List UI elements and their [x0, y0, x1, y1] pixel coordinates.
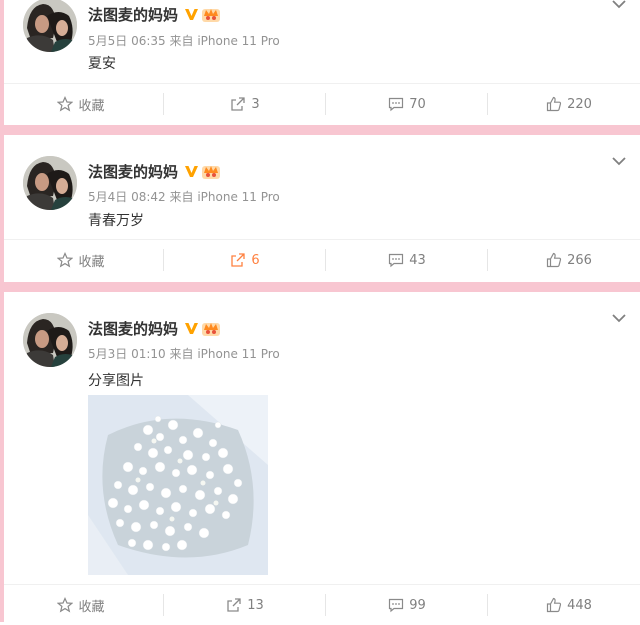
crown-badge-icon — [202, 323, 221, 336]
avatar[interactable] — [23, 0, 77, 52]
post-source: 来自 iPhone 11 Pro — [169, 190, 280, 204]
chevron-down-icon[interactable] — [611, 157, 627, 167]
avatar[interactable] — [23, 156, 77, 210]
favorite-label: 收藏 — [78, 254, 105, 270]
comment-icon — [389, 97, 404, 112]
feed-divider — [0, 125, 640, 135]
star-icon — [57, 252, 74, 268]
post-card: 法图麦的妈妈 5月5日 06:35 来自 iPhone 11 Pro 夏安 收藏… — [0, 0, 640, 125]
repost-icon — [231, 253, 246, 267]
star-icon — [57, 597, 74, 613]
author-name[interactable]: 法图麦的妈妈 — [88, 4, 221, 24]
action-bar: 收藏 3 70 220 — [0, 83, 640, 124]
author-name[interactable]: 法图麦的妈妈 — [88, 161, 221, 181]
action-bar: 收藏 13 99 448 — [0, 584, 640, 625]
like-count: 448 — [567, 597, 592, 613]
post-source: 来自 iPhone 11 Pro — [169, 347, 280, 361]
repost-button[interactable]: 3 — [164, 84, 326, 124]
repost-button[interactable]: 13 — [164, 585, 326, 625]
left-accent-strip — [0, 0, 4, 622]
post-time[interactable]: 5月4日 08:42 — [88, 190, 166, 204]
repost-count: 13 — [247, 597, 264, 613]
post-meta: 5月3日 01:10 来自 iPhone 11 Pro — [88, 345, 280, 362]
post-text: 分享图片 — [88, 373, 144, 389]
post-source: 来自 iPhone 11 Pro — [169, 34, 280, 48]
post-text: 夏安 — [88, 56, 116, 72]
comment-button[interactable]: 43 — [326, 240, 488, 280]
comment-count: 99 — [409, 597, 426, 613]
post-card: 法图麦的妈妈 5月4日 08:42 来自 iPhone 11 Pro 青春万岁 … — [0, 135, 640, 282]
favorite-label: 收藏 — [78, 98, 105, 114]
verified-icon — [185, 322, 199, 334]
action-bar: 收藏 6 43 266 — [0, 239, 640, 280]
like-icon — [546, 96, 562, 112]
repost-icon — [227, 598, 241, 612]
repost-icon — [231, 97, 246, 111]
chevron-down-icon[interactable] — [611, 0, 627, 10]
verified-icon — [185, 165, 199, 177]
flower-bouquet-image — [88, 395, 268, 575]
verified-icon — [185, 8, 199, 20]
avatar[interactable] — [23, 313, 77, 367]
comment-icon — [389, 598, 404, 613]
like-count: 266 — [567, 252, 592, 268]
weibo-feed: 法图麦的妈妈 5月5日 06:35 来自 iPhone 11 Pro 夏安 收藏… — [0, 0, 640, 622]
post-card: 法图麦的妈妈 5月3日 01:10 来自 iPhone 11 Pro 分享图片 — [0, 292, 640, 622]
like-button[interactable]: 266 — [488, 240, 640, 280]
favorite-button[interactable]: 收藏 — [0, 84, 162, 124]
post-image[interactable] — [88, 395, 268, 575]
like-icon — [546, 597, 562, 613]
feed-divider — [0, 282, 640, 292]
comment-button[interactable]: 99 — [326, 585, 488, 625]
chevron-down-icon[interactable] — [611, 314, 627, 324]
post-meta: 5月4日 08:42 来自 iPhone 11 Pro — [88, 188, 280, 205]
favorite-button[interactable]: 收藏 — [0, 240, 162, 280]
favorite-button[interactable]: 收藏 — [0, 585, 162, 625]
post-meta: 5月5日 06:35 来自 iPhone 11 Pro — [88, 32, 280, 49]
post-text: 青春万岁 — [88, 213, 144, 229]
post-time[interactable]: 5月3日 01:10 — [88, 347, 166, 361]
star-icon — [57, 96, 74, 112]
crown-badge-icon — [202, 9, 221, 22]
comment-button[interactable]: 70 — [326, 84, 488, 124]
like-icon — [546, 252, 562, 268]
favorite-label: 收藏 — [78, 599, 105, 615]
like-count: 220 — [567, 96, 592, 112]
like-button[interactable]: 448 — [488, 585, 640, 625]
author-name[interactable]: 法图麦的妈妈 — [88, 318, 221, 338]
crown-badge-icon — [202, 166, 221, 179]
comment-icon — [389, 253, 404, 268]
comment-count: 70 — [409, 96, 426, 112]
like-button[interactable]: 220 — [488, 84, 640, 124]
repost-count: 3 — [251, 96, 260, 112]
comment-count: 43 — [409, 252, 426, 268]
repost-button[interactable]: 6 — [164, 240, 326, 280]
post-time[interactable]: 5月5日 06:35 — [88, 34, 166, 48]
repost-count: 6 — [251, 252, 260, 268]
